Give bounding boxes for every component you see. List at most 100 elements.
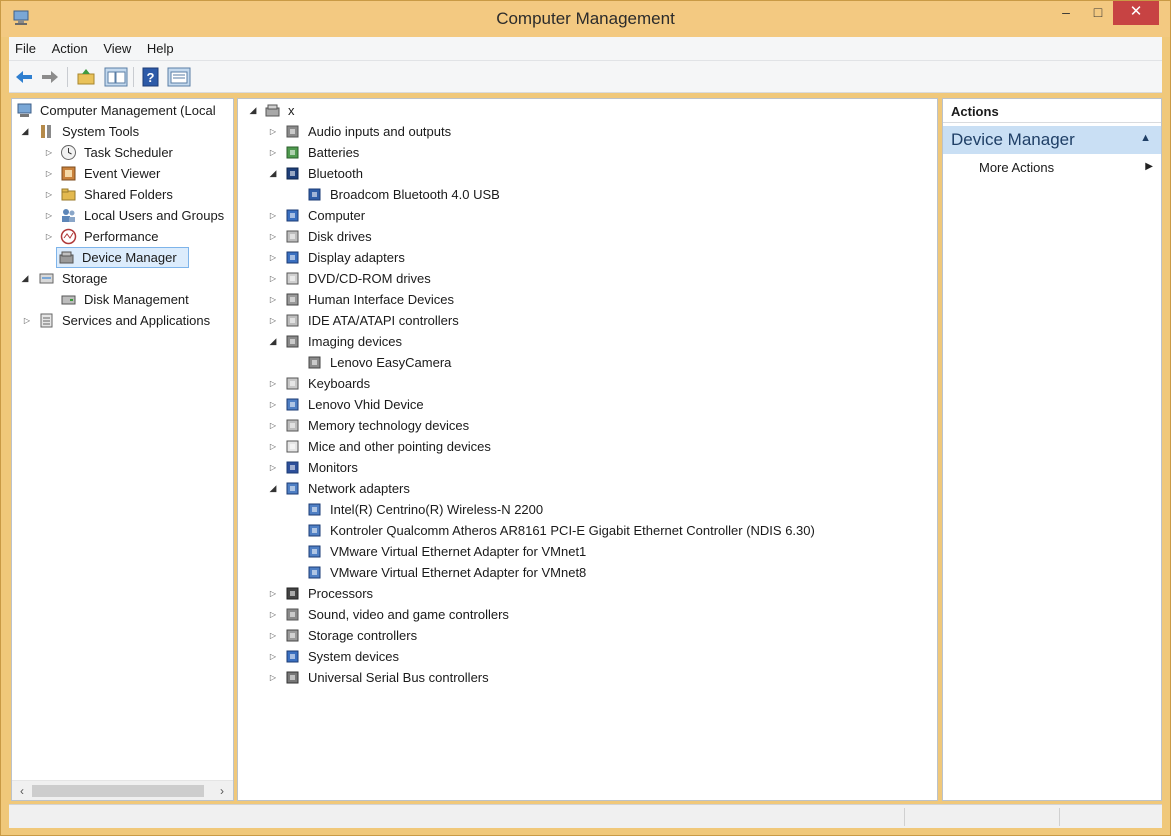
- expand-arrow-icon[interactable]: ▷: [44, 226, 54, 247]
- expand-arrow-icon[interactable]: ▷: [268, 625, 278, 646]
- network-adapter-icon: [308, 503, 321, 516]
- expand-arrow-icon[interactable]: ▷: [268, 247, 278, 268]
- expand-arrow-icon[interactable]: ▷: [268, 289, 278, 310]
- expand-arrow-icon[interactable]: ▷: [268, 142, 278, 163]
- device-tree-item[interactable]: ▷ Memory technology devices: [238, 415, 936, 436]
- tree-item-root[interactable]: Computer Management (Local: [14, 100, 233, 121]
- expand-arrow-icon[interactable]: ▷: [22, 310, 32, 331]
- device-tree-item[interactable]: ▷ DVD/CD-ROM drives: [238, 268, 936, 289]
- expand-arrow-icon[interactable]: ▷: [268, 121, 278, 142]
- device-tree-item[interactable]: ▷ Display adapters: [238, 247, 936, 268]
- tree-item-storage[interactable]: ◢ Storage: [14, 268, 233, 289]
- collapse-arrow-icon[interactable]: ◢: [248, 100, 258, 121]
- more-actions-item[interactable]: More Actions ▶: [979, 160, 1159, 180]
- tree-item-device-manager[interactable]: Device Manager: [56, 247, 189, 268]
- device-tree-item[interactable]: VMware Virtual Ethernet Adapter for VMne…: [238, 562, 936, 583]
- expand-arrow-icon[interactable]: ▷: [44, 142, 54, 163]
- tree-label: Storage: [62, 271, 108, 286]
- tree-item-local-users[interactable]: ▷ Local Users and Groups: [14, 205, 233, 226]
- show-hide-tree-icon[interactable]: [103, 66, 129, 88]
- display-adapter-icon: [286, 251, 299, 264]
- expand-arrow-icon[interactable]: ▷: [44, 163, 54, 184]
- expand-arrow-icon[interactable]: ▷: [268, 268, 278, 289]
- scrollbar-thumb[interactable]: [32, 785, 204, 797]
- forward-icon[interactable]: [39, 66, 61, 88]
- expand-arrow-icon[interactable]: ▷: [268, 667, 278, 688]
- device-tree-item[interactable]: ▷ Universal Serial Bus controllers: [238, 667, 936, 688]
- device-tree-item[interactable]: ▷ Audio inputs and outputs: [238, 121, 936, 142]
- device-tree-item[interactable]: ▷ Batteries: [238, 142, 936, 163]
- tree-item-disk-management[interactable]: Disk Management: [14, 289, 233, 310]
- scroll-right-icon[interactable]: ›: [214, 783, 230, 799]
- processor-icon: [286, 587, 299, 600]
- tree-item-services[interactable]: ▷ Services and Applications: [14, 310, 233, 331]
- collapse-up-icon[interactable]: ▲: [1140, 132, 1151, 144]
- collapse-arrow-icon[interactable]: ◢: [268, 331, 278, 352]
- tree-item-performance[interactable]: ▷ Performance: [14, 226, 233, 247]
- tree-item-shared-folders[interactable]: ▷ Shared Folders: [14, 184, 233, 205]
- device-tree-item[interactable]: ▷ Mice and other pointing devices: [238, 436, 936, 457]
- device-tree-item[interactable]: Broadcom Bluetooth 4.0 USB: [238, 184, 936, 205]
- expand-arrow-icon[interactable]: ▷: [268, 646, 278, 667]
- help-icon[interactable]: ?: [140, 66, 162, 88]
- device-tree-root[interactable]: ◢ x: [246, 100, 646, 121]
- menu-action[interactable]: Action: [46, 37, 94, 61]
- device-tree-item[interactable]: Kontroler Qualcomm Atheros AR8161 PCI-E …: [238, 520, 936, 541]
- device-tree-item[interactable]: Intel(R) Centrino(R) Wireless-N 2200: [238, 499, 936, 520]
- device-tree-item[interactable]: ◢ Imaging devices: [238, 331, 936, 352]
- expand-arrow-icon[interactable]: ▷: [268, 310, 278, 331]
- expand-arrow-icon[interactable]: ▷: [268, 394, 278, 415]
- expand-arrow-icon[interactable]: ▷: [44, 184, 54, 205]
- device-tree-item[interactable]: ▷ Storage controllers: [238, 625, 936, 646]
- collapse-arrow-icon[interactable]: ◢: [20, 121, 30, 142]
- back-icon[interactable]: [13, 66, 35, 88]
- tools-icon: [41, 125, 51, 138]
- close-button[interactable]: ✕: [1113, 1, 1159, 25]
- minimize-button[interactable]: –: [1049, 1, 1083, 25]
- actions-section-device-manager[interactable]: Device Manager ▲: [943, 126, 1161, 154]
- device-tree-label: Keyboards: [308, 376, 371, 391]
- device-tree-item[interactable]: VMware Virtual Ethernet Adapter for VMne…: [238, 541, 936, 562]
- network-adapter-icon: [308, 545, 321, 558]
- expand-arrow-icon[interactable]: ▷: [268, 226, 278, 247]
- expand-arrow-icon[interactable]: ▷: [268, 583, 278, 604]
- menu-file[interactable]: File: [9, 37, 42, 61]
- device-tree-item[interactable]: ▷ Lenovo Vhid Device: [238, 394, 936, 415]
- menu-view[interactable]: View: [97, 37, 137, 61]
- collapse-arrow-icon[interactable]: ◢: [268, 163, 278, 184]
- expand-arrow-icon[interactable]: ▷: [268, 604, 278, 625]
- device-tree-label: Computer: [308, 208, 366, 223]
- expand-arrow-icon[interactable]: ▷: [268, 457, 278, 478]
- expand-arrow-icon[interactable]: ▷: [44, 205, 54, 226]
- collapse-arrow-icon[interactable]: ◢: [268, 478, 278, 499]
- speaker-icon: [286, 125, 299, 138]
- expand-arrow-icon[interactable]: ▷: [268, 415, 278, 436]
- device-tree-item[interactable]: ▷ Monitors: [238, 457, 936, 478]
- device-tree-item[interactable]: ▷ Keyboards: [238, 373, 936, 394]
- device-tree-item[interactable]: ▷ Computer: [238, 205, 936, 226]
- maximize-button[interactable]: □: [1083, 1, 1113, 25]
- title-bar[interactable]: Computer Management – □ ✕: [1, 1, 1170, 37]
- expand-arrow-icon[interactable]: ▷: [268, 205, 278, 226]
- device-tree-item[interactable]: ▷ IDE ATA/ATAPI controllers: [238, 310, 936, 331]
- device-tree-item[interactable]: ▷ System devices: [238, 646, 936, 667]
- device-tree-item[interactable]: ▷ Disk drives: [238, 226, 936, 247]
- device-tree-item[interactable]: ▷ Sound, video and game controllers: [238, 604, 936, 625]
- device-tree-item[interactable]: Lenovo EasyCamera: [238, 352, 936, 373]
- menu-help[interactable]: Help: [141, 37, 180, 61]
- expand-arrow-icon[interactable]: ▷: [268, 373, 278, 394]
- device-tree-item[interactable]: ▷ Human Interface Devices: [238, 289, 936, 310]
- tree-item-task-scheduler[interactable]: ▷ Task Scheduler: [14, 142, 233, 163]
- properties-icon[interactable]: [166, 66, 192, 88]
- tree-item-system-tools[interactable]: ◢ System Tools: [14, 121, 233, 142]
- horizontal-scrollbar[interactable]: ‹ ›: [12, 780, 233, 800]
- up-folder-icon[interactable]: [75, 66, 97, 88]
- scroll-left-icon[interactable]: ‹: [14, 783, 30, 799]
- device-tree-item[interactable]: ◢ Bluetooth: [238, 163, 936, 184]
- device-tree-item[interactable]: ▷ Processors: [238, 583, 936, 604]
- tree-item-event-viewer[interactable]: ▷ Event Viewer: [14, 163, 233, 184]
- expand-arrow-icon[interactable]: ▷: [268, 436, 278, 457]
- device-tree-label: Universal Serial Bus controllers: [308, 670, 489, 685]
- device-tree-item[interactable]: ◢ Network adapters: [238, 478, 936, 499]
- collapse-arrow-icon[interactable]: ◢: [20, 268, 30, 289]
